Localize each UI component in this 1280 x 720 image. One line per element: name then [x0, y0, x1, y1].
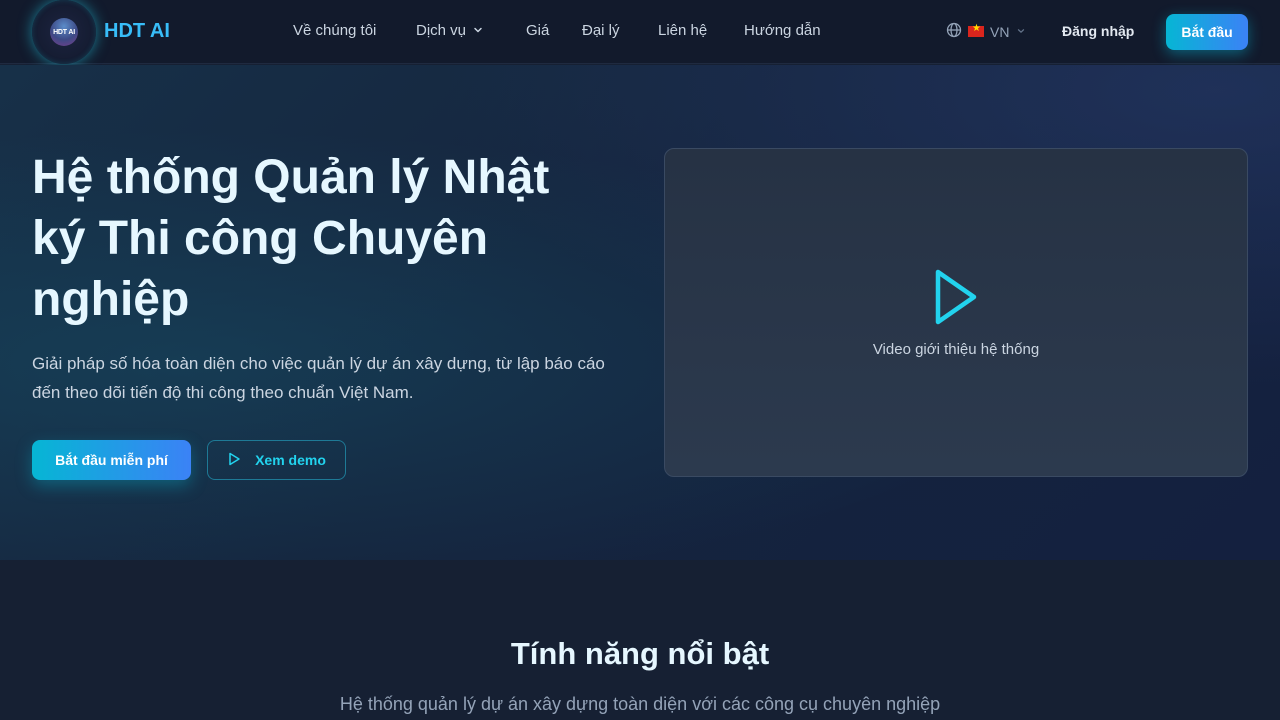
watch-demo-label: Xem demo: [255, 452, 326, 468]
nav-item-guide[interactable]: Hướng dẫn: [744, 22, 821, 39]
features-title: Tính năng nổi bật: [510, 636, 770, 671]
logo[interactable]: HDT AI: [32, 0, 96, 64]
nav-item-agents[interactable]: Đại lý: [582, 22, 620, 39]
play-icon: [227, 452, 241, 469]
nav-item-pricing[interactable]: Giá: [526, 22, 549, 39]
globe-icon: [946, 22, 962, 41]
nav-item-services-label: Dịch vụ: [416, 22, 467, 39]
start-button[interactable]: Bắt đầu: [1166, 14, 1248, 50]
intro-video[interactable]: Video giới thiệu hệ thống: [664, 148, 1248, 477]
hero-section: Hệ thống Quản lý Nhật ký Thi công Chuyên…: [0, 65, 1280, 560]
language-selector[interactable]: VN: [946, 22, 1027, 41]
nav-item-services[interactable]: Dịch vụ: [416, 22, 484, 40]
features-subtitle: Hệ thống quản lý dự án xây dựng toàn diệ…: [339, 694, 941, 714]
start-free-button[interactable]: Bắt đầu miễn phí: [32, 440, 191, 480]
logo-mark: HDT AI: [50, 18, 78, 46]
vietnam-flag-icon: [968, 23, 984, 37]
hero-title: Hệ thống Quản lý Nhật ký Thi công Chuyên…: [32, 151, 550, 326]
nav-item-about[interactable]: Về chúng tôi: [293, 22, 376, 39]
chevron-down-icon: [1015, 24, 1027, 40]
brand-name[interactable]: HDT AI: [104, 20, 170, 43]
logo-text: HDT AI: [53, 28, 75, 36]
nav-item-contact[interactable]: Liên hệ: [658, 22, 707, 39]
play-icon[interactable]: [932, 268, 980, 331]
video-caption: Video giới thiệu hệ thống: [872, 340, 1040, 358]
login-link[interactable]: Đăng nhập: [1062, 23, 1134, 39]
hero-subtitle: Giải pháp số hóa toàn diện cho việc quản…: [32, 354, 605, 402]
watch-demo-button[interactable]: Xem demo: [207, 440, 346, 480]
language-code: VN: [990, 23, 1010, 40]
site-header: HDT AI HDT AI Về chúng tôi Dịch vụ Giá Đ…: [0, 0, 1280, 64]
chevron-down-icon: [472, 23, 484, 40]
